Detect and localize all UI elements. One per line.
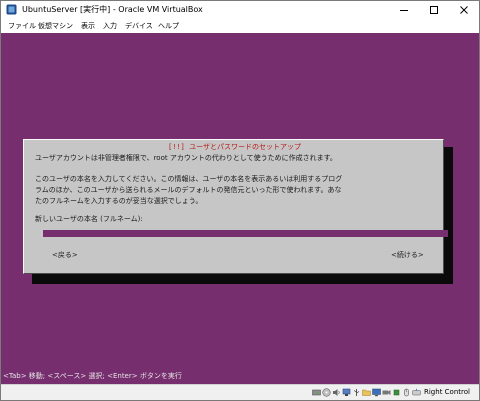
console-hint: <Tab> 移動; <スペース> 選択; <Enter> ボタンを実行	[3, 372, 182, 380]
menu-view[interactable]: 表示	[81, 21, 95, 31]
window-title: UbuntuServer [実行中] - Oracle VM VirtualBo…	[22, 5, 203, 14]
menu-help[interactable]: ヘルプ	[158, 21, 179, 31]
dialog-paragraph-line: ラムのほか、このユーザから送られるメールのデフォルトの発信元といった形で使われま…	[35, 186, 342, 194]
keyboard-icon[interactable]	[412, 388, 421, 397]
dialog-paragraph-line: たのフルネームを入力するのが妥当な選択でしょう。	[35, 197, 203, 205]
close-icon	[460, 6, 468, 14]
menu-file[interactable]: ファイル	[8, 21, 36, 31]
video-capture-icon[interactable]	[382, 388, 391, 397]
menu-input[interactable]: 入力	[103, 21, 117, 31]
virtualbox-app-icon	[6, 4, 17, 15]
maximize-icon	[430, 6, 438, 14]
maximize-button[interactable]	[419, 1, 449, 19]
dialog-paragraph-line: このユーザの本名を入力してください。この情報は、ユーザの本名を表示あるいは利用す…	[35, 175, 343, 183]
optical-drive-icon[interactable]	[322, 388, 331, 397]
usb-icon[interactable]	[352, 388, 361, 397]
mouse-integration-icon[interactable]	[402, 388, 411, 397]
network-icon[interactable]	[342, 388, 351, 397]
setup-dialog: [!!] ユーザとパスワードのセットアップ ユーザアカウントは非管理者権限で、r…	[23, 139, 448, 274]
status-bar: Right Control	[1, 384, 479, 400]
cpu-icon[interactable]	[392, 388, 401, 397]
back-button[interactable]: <戻る>	[52, 250, 78, 260]
minimize-icon	[400, 10, 408, 11]
hard-disk-icon[interactable]	[312, 388, 321, 397]
virtualbox-window: UbuntuServer [実行中] - Oracle VM VirtualBo…	[0, 0, 480, 401]
title-bar[interactable]: UbuntuServer [実行中] - Oracle VM VirtualBo…	[1, 1, 479, 19]
dialog-title: [!!] ユーザとパスワードのセットアップ	[165, 143, 304, 151]
display-icon[interactable]	[372, 388, 381, 397]
full-name-label: 新しいユーザの本名 (フルネーム):	[35, 215, 143, 223]
close-button[interactable]	[449, 1, 479, 19]
vm-display[interactable]: [!!] ユーザとパスワードのセットアップ ユーザアカウントは非管理者権限で、r…	[1, 33, 479, 384]
shared-folder-icon[interactable]	[362, 388, 371, 397]
continue-button[interactable]: <続ける>	[391, 250, 424, 260]
text-cursor	[39, 230, 43, 237]
host-key-label[interactable]: Right Control	[424, 388, 470, 396]
full-name-input[interactable]	[39, 230, 448, 237]
menu-devices[interactable]: デバイス	[125, 21, 153, 31]
minimize-button[interactable]	[389, 1, 419, 19]
dialog-description: ユーザアカウントは非管理者権限で、root アカウントの代わりとして使うために作…	[35, 154, 337, 162]
menu-machine[interactable]: 仮想マシン	[38, 21, 73, 31]
menu-bar: ファイル 仮想マシン 表示 入力 デバイス ヘルプ	[1, 19, 479, 33]
audio-icon[interactable]	[332, 388, 341, 397]
